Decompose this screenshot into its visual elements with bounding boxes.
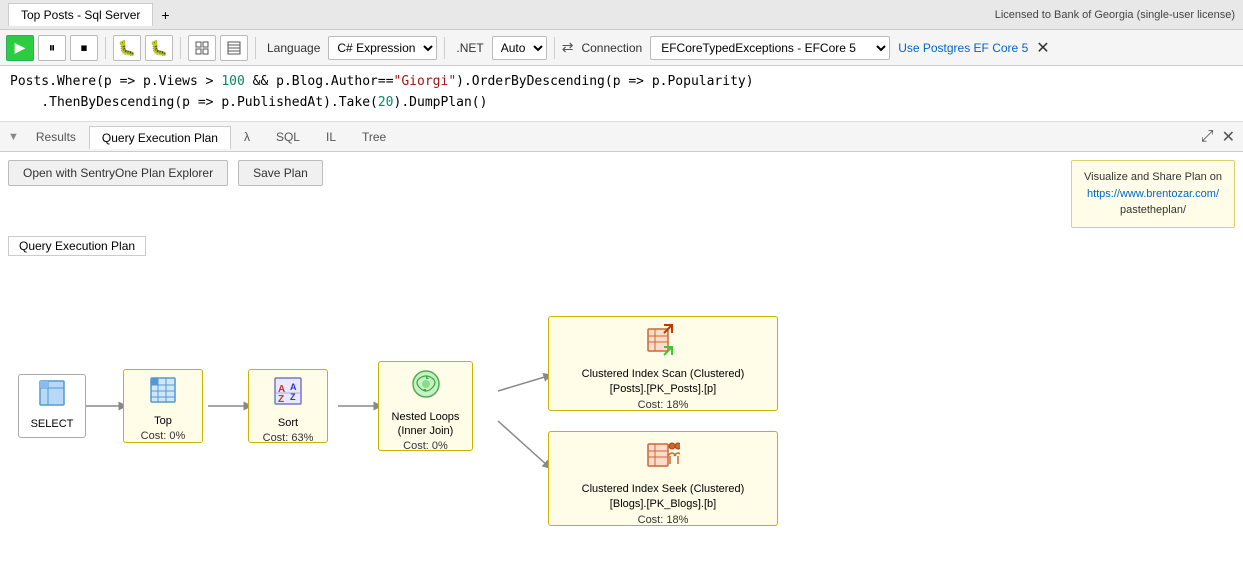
plan-diagram: SELECT Top Cost: 0%: [8, 266, 1235, 546]
code-line1: Posts.Where(p => p.Views > 100 && p.Blog…: [10, 72, 1233, 93]
top-label: Top: [154, 414, 172, 428]
net-select[interactable]: Auto: [492, 36, 547, 60]
scan-icon: [646, 323, 680, 363]
select-label: SELECT: [31, 417, 74, 431]
connection-label: Connection: [581, 41, 642, 55]
info-line3: pastetheplan/: [1084, 202, 1222, 219]
grid-button1[interactable]: [188, 35, 216, 61]
seek-label: Clustered Index Seek (Clustered) [Blogs]…: [582, 482, 745, 513]
collapse-icon[interactable]: ▼: [8, 131, 19, 143]
play-button[interactable]: ▶: [6, 35, 34, 61]
connection-select[interactable]: EFCoreTypedExceptions - EFCore 5: [650, 36, 890, 60]
select-icon: [38, 379, 66, 413]
top-icon: [149, 376, 177, 410]
grid-button2[interactable]: [220, 35, 248, 61]
top-table-icon: [149, 376, 177, 404]
sort-cost: Cost: 63%: [263, 432, 314, 444]
seek-table-icon: [646, 438, 680, 472]
nested-loops-label: Nested Loops (Inner Join): [392, 410, 460, 439]
tab-close-icon[interactable]: ✕: [1222, 127, 1235, 147]
language-label: Language: [267, 41, 320, 55]
sep4: [444, 37, 445, 59]
sort-icon: A Z A Z: [273, 376, 303, 412]
info-link[interactable]: https://www.brentozar.com/: [1087, 188, 1219, 200]
language-select[interactable]: C# Expression: [328, 36, 437, 60]
tab-bar-right: ⤢ ✕: [1201, 127, 1235, 147]
tab-tree[interactable]: Tree: [349, 125, 399, 148]
toolbar: ▶ ⏸ ⏹ 🐛 🐛 Language C# Expression .NET Au…: [0, 30, 1243, 66]
title-bar: Top Posts - Sql Server + Licensed to Ban…: [0, 0, 1243, 30]
sort-node: A Z A Z Sort Cost: 63%: [248, 369, 328, 443]
tab-bar: ▼ Results Query Execution Plan λ SQL IL …: [0, 122, 1243, 152]
net-label: .NET: [456, 41, 483, 55]
clustered-seek-node: Clustered Index Seek (Clustered) [Blogs]…: [548, 431, 778, 526]
scan-cost: Cost: 18%: [638, 399, 689, 411]
nested-loops-cost: Cost: 0%: [403, 440, 448, 452]
info-line1: Visualize and Share Plan on: [1084, 169, 1222, 186]
top-cost: Cost: 0%: [141, 430, 186, 442]
main-tab[interactable]: Top Posts - Sql Server: [8, 3, 153, 26]
seek-cost: Cost: 18%: [638, 514, 689, 526]
scan-table-icon: [646, 323, 680, 357]
grid-icon1: [195, 41, 209, 55]
tab-lambda[interactable]: λ: [231, 125, 263, 148]
seek-icon: [646, 438, 680, 478]
arrow-icon: ⇄: [562, 39, 574, 56]
sort-az-icon: A Z A Z: [273, 376, 303, 406]
tab-il[interactable]: IL: [313, 125, 349, 148]
nested-loops-icon: [410, 368, 442, 406]
title-bar-left: Top Posts - Sql Server +: [8, 3, 178, 27]
main-content: Open with SentryOne Plan Explorer Save P…: [0, 152, 1243, 564]
action-row: Open with SentryOne Plan Explorer Save P…: [8, 160, 1235, 228]
license-info: Licensed to Bank of Georgia (single-user…: [995, 9, 1235, 21]
open-explorer-button[interactable]: Open with SentryOne Plan Explorer: [8, 160, 228, 186]
bug-red-button[interactable]: 🐛: [113, 35, 141, 61]
select-node: SELECT: [18, 374, 86, 438]
add-tab-button[interactable]: +: [153, 3, 177, 27]
code-editor[interactable]: Posts.Where(p => p.Views > 100 && p.Blog…: [0, 66, 1243, 122]
action-row-left: Open with SentryOne Plan Explorer Save P…: [8, 160, 323, 186]
stop-icon: ⏹: [81, 40, 88, 56]
sort-label: Sort: [278, 416, 298, 430]
grid-icon2: [227, 41, 241, 55]
select-table-icon: [38, 379, 66, 407]
plan-tab-label[interactable]: Query Execution Plan: [8, 236, 146, 256]
scan-label: Clustered Index Scan (Clustered) [Posts]…: [582, 367, 745, 398]
svg-text:Z: Z: [290, 392, 296, 402]
save-plan-button[interactable]: Save Plan: [238, 160, 323, 186]
expand-icon[interactable]: ⤢: [1201, 128, 1214, 146]
top-node: Top Cost: 0%: [123, 369, 203, 443]
info-line2: https://www.brentozar.com/: [1084, 186, 1222, 203]
loop-icon: [410, 368, 442, 400]
postgres-link[interactable]: Use Postgres EF Core 5: [898, 41, 1028, 55]
tab-query-plan[interactable]: Query Execution Plan: [89, 126, 231, 149]
toolbar-close-icon[interactable]: ✕: [1036, 38, 1049, 58]
tab-label: Top Posts - Sql Server: [21, 8, 140, 22]
pause-icon: ⏸: [49, 40, 56, 56]
svg-text:Z: Z: [278, 394, 284, 405]
sep2: [180, 37, 181, 59]
svg-text:A: A: [290, 382, 297, 392]
stop-button[interactable]: ⏹: [70, 35, 98, 61]
pause-button[interactable]: ⏸: [38, 35, 66, 61]
sep5: [554, 37, 555, 59]
nested-loops-node: Nested Loops (Inner Join) Cost: 0%: [378, 361, 473, 451]
tab-sql[interactable]: SQL: [263, 125, 313, 148]
code-line2: .ThenByDescending(p => p.PublishedAt).Ta…: [10, 93, 1233, 114]
sep3: [255, 37, 256, 59]
clustered-scan-node: Clustered Index Scan (Clustered) [Posts]…: [548, 316, 778, 411]
tab-results[interactable]: Results: [23, 125, 89, 148]
bug-blue-button[interactable]: 🐛: [145, 35, 173, 61]
info-box: Visualize and Share Plan on https://www.…: [1071, 160, 1235, 228]
sep1: [105, 37, 106, 59]
